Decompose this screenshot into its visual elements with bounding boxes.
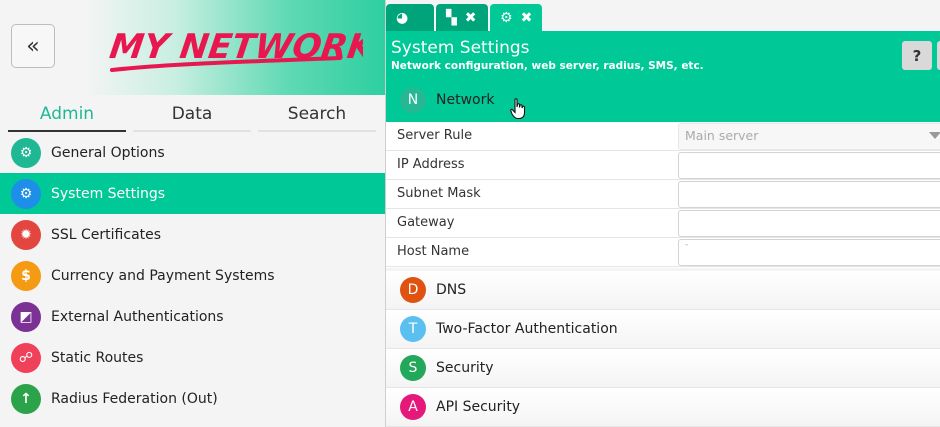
sidebar-item-currency-payment[interactable]: $ Currency and Payment Systems xyxy=(0,255,385,296)
sidebar-item-label: External Authentications xyxy=(51,308,224,325)
left-tabs: Admin Data Search xyxy=(8,98,385,132)
form-row-server-rule: Server Rule Main server xyxy=(386,122,940,151)
api-security-avatar: A xyxy=(400,394,426,420)
grid-icon: ▚ xyxy=(446,9,457,26)
gears-icon: ⚙ xyxy=(11,137,41,168)
sidebar-item-label: SSL Certificates xyxy=(51,226,162,243)
sidebar-item-general-options[interactable]: ⚙ General Options xyxy=(0,132,385,173)
logo: MY NETWORK xyxy=(108,27,363,72)
form-row-host-name: Host Name - xyxy=(386,238,940,267)
section-label: DNS xyxy=(436,282,467,298)
host-name-input[interactable]: - xyxy=(678,239,940,266)
sidebar-item-system-settings[interactable]: ⚙ System Settings xyxy=(0,173,385,214)
dashboard-icon: ◕ xyxy=(396,9,409,26)
sidebar-item-label: Currency and Payment Systems xyxy=(51,267,275,284)
window-tabbar: ◕ ▚ ✖ ⚙ ✖ xyxy=(386,0,940,31)
tab-data[interactable]: Data xyxy=(133,98,251,132)
two-factor-avatar: T xyxy=(400,316,426,342)
settings-sections: D DNS T Two-Factor Authentication S Secu… xyxy=(386,271,940,427)
left-panel: « MY NETWORK Admin Data Search ⚙ General… xyxy=(0,0,385,427)
collapse-sidebar-button[interactable]: « xyxy=(11,24,55,68)
section-two-factor-authentication[interactable]: T Two-Factor Authentication xyxy=(386,310,940,349)
tab-admin[interactable]: Admin xyxy=(8,98,126,132)
page-title: System Settings xyxy=(391,38,530,58)
sidebar-item-label: System Settings xyxy=(51,185,166,202)
subnet-mask-input[interactable] xyxy=(678,181,940,208)
double-chevron-left-icon: « xyxy=(26,33,40,59)
section-api-security[interactable]: A API Security xyxy=(386,388,940,427)
section-network-label: Network xyxy=(436,92,495,108)
section-network[interactable]: N Network xyxy=(386,78,940,122)
section-label: Two-Factor Authentication xyxy=(436,321,618,337)
sidebar-item-label: Radius Federation (Out) xyxy=(51,390,218,407)
sidebar-item-ssl-certificates[interactable]: ✹ SSL Certificates xyxy=(0,214,385,255)
tab-search[interactable]: Search xyxy=(258,98,376,132)
section-label: API Security xyxy=(436,399,521,415)
logo-area: « MY NETWORK xyxy=(0,0,385,95)
sidebar-menu: ⚙ General Options ⚙ System Settings ✹ SS… xyxy=(0,132,385,419)
host-name-label: Host Name xyxy=(397,244,470,259)
close-icon[interactable]: ✖ xyxy=(521,10,533,26)
page-header: System Settings Network configuration, w… xyxy=(386,31,940,78)
form-row-subnet-mask: Subnet Mask xyxy=(386,180,940,209)
sidebar-item-static-routes[interactable]: ☍ Static Routes xyxy=(0,337,385,378)
section-security[interactable]: S Security xyxy=(386,349,940,388)
tab-grid[interactable]: ▚ ✖ xyxy=(436,4,488,31)
security-avatar: S xyxy=(400,355,426,381)
chevron-down-icon xyxy=(929,132,940,139)
sidebar-item-label: General Options xyxy=(51,144,165,161)
external-auth-icon: ◩ xyxy=(11,301,41,332)
subnet-mask-label: Subnet Mask xyxy=(397,186,481,201)
form-row-ip-address: IP Address xyxy=(386,151,940,180)
right-panel: ◕ ▚ ✖ ⚙ ✖ System Settings Network config… xyxy=(385,0,940,427)
network-avatar: N xyxy=(400,87,426,113)
gear-icon: ⚙ xyxy=(11,178,41,209)
gateway-input[interactable] xyxy=(678,210,940,237)
gateway-label: Gateway xyxy=(397,215,455,230)
tab-system-settings[interactable]: ⚙ ✖ xyxy=(490,4,542,31)
certificate-icon: ✹ xyxy=(11,219,41,250)
form-row-gateway: Gateway xyxy=(386,209,940,238)
sidebar-item-radius-federation-out[interactable]: ↑ Radius Federation (Out) xyxy=(0,378,385,419)
ip-address-label: IP Address xyxy=(397,157,465,172)
server-rule-label: Server Rule xyxy=(397,128,473,143)
section-label: Security xyxy=(436,360,494,376)
help-button[interactable]: ? xyxy=(902,41,932,70)
sidebar-item-label: Static Routes xyxy=(51,349,144,366)
gear-icon: ⚙ xyxy=(500,9,513,26)
hand-cursor-icon xyxy=(510,98,526,120)
close-icon[interactable]: ✖ xyxy=(465,10,477,26)
dollar-icon: $ xyxy=(11,260,41,291)
server-rule-select[interactable]: Main server xyxy=(678,123,940,150)
section-dns[interactable]: D DNS xyxy=(386,271,940,310)
dns-avatar: D xyxy=(400,277,426,303)
sidebar-item-external-authentications[interactable]: ◩ External Authentications xyxy=(0,296,385,337)
page-subtitle: Network configuration, web server, radiu… xyxy=(391,60,704,72)
tab-dashboard[interactable]: ◕ xyxy=(386,4,434,31)
network-form: Server Rule Main server IP Address Subne… xyxy=(386,122,940,268)
ip-address-input[interactable] xyxy=(678,152,940,179)
sitemap-icon: ☍ xyxy=(11,342,41,373)
arrow-up-circle-icon: ↑ xyxy=(11,383,41,414)
